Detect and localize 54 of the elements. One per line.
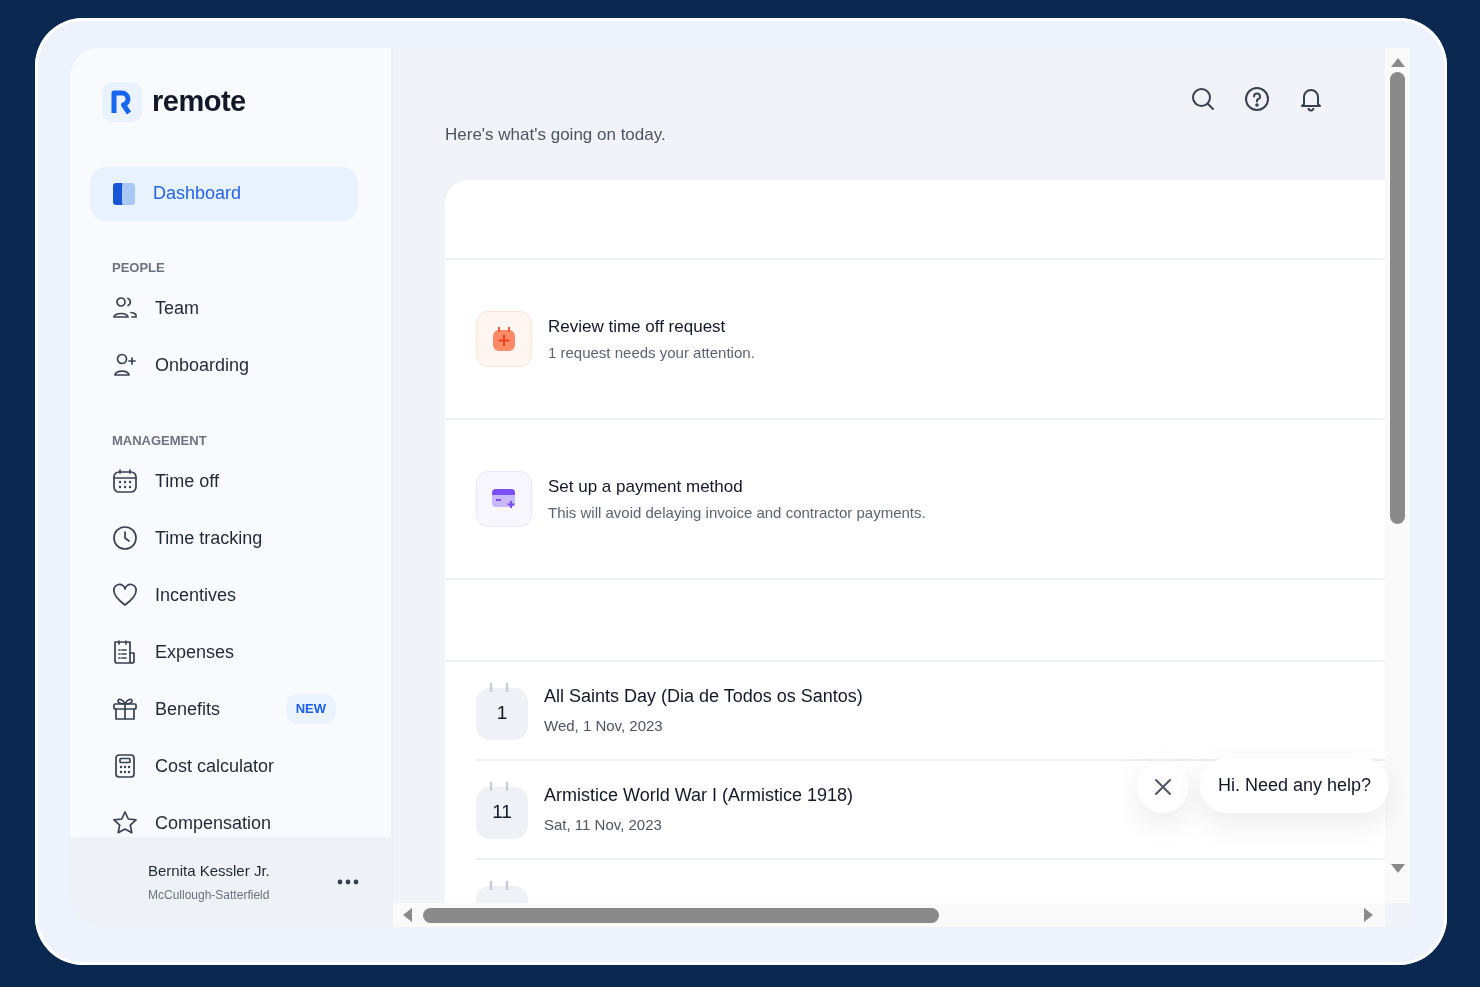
holiday-title: Armistice World War I (Armistice 1918)	[544, 784, 854, 808]
nav-item[interactable]: Incentives	[70, 566, 391, 624]
calendar-date: 11	[476, 780, 528, 839]
nav-item[interactable]: Compensation	[70, 794, 391, 837]
calendar-add-icon	[476, 311, 532, 367]
task-description: 1 request needs your attention.	[548, 343, 755, 363]
more-icon[interactable]	[337, 879, 359, 885]
nav-item[interactable]: Time off	[70, 452, 391, 510]
logo-text: remote	[152, 84, 246, 119]
gift-icon	[112, 696, 138, 722]
logo-icon	[102, 81, 142, 122]
notifications-icon[interactable]	[1298, 86, 1324, 112]
vertical-scrollbar[interactable]	[1385, 48, 1410, 903]
task-title[interactable]: Review time off request	[548, 313, 755, 339]
new-tag: NEW	[285, 694, 336, 724]
nav-item[interactable]: Expenses	[70, 623, 391, 681]
heart-icon	[112, 582, 138, 608]
close-icon[interactable]	[1154, 778, 1172, 796]
task-title[interactable]: Set up a payment method	[548, 473, 926, 499]
page-subtitle: Here's what's going on today.	[445, 124, 667, 146]
card-add-icon	[476, 471, 532, 527]
scroll-left-icon[interactable]	[401, 907, 413, 923]
calculator-icon	[112, 753, 138, 779]
chat-bubble[interactable]: Hi. Need any help?	[1200, 758, 1390, 813]
user-name: Bernita Kessler Jr.	[148, 860, 270, 881]
scroll-right-icon[interactable]	[1363, 907, 1375, 923]
section-heading: PEOPLE	[112, 260, 166, 274]
holiday-date: Sat, 11 Nov, 2023	[544, 815, 663, 836]
star-icon	[112, 810, 138, 836]
holiday-date: Wed, 1 Nov, 2023	[544, 716, 664, 737]
receipt-icon	[112, 639, 138, 665]
scroll-up-icon[interactable]	[1389, 56, 1406, 68]
company-name: McCullough-Satterfield	[148, 887, 270, 905]
add-person-icon	[112, 352, 138, 378]
scrollbar-thumb[interactable]	[423, 907, 939, 923]
nav-item[interactable]: Cost calculator	[70, 737, 391, 795]
scrollbar-thumb[interactable]	[1390, 72, 1405, 524]
nav-item[interactable]: Benefits NEW	[70, 680, 391, 738]
people-icon	[112, 295, 138, 321]
calendar-icon	[112, 468, 138, 494]
nav-item[interactable]: Onboarding	[70, 336, 391, 394]
task-description: This will avoid delaying invoice and contractor payments.	[548, 503, 926, 523]
nav-item[interactable]: Team	[70, 279, 391, 337]
section-heading: MANAGEMENT	[112, 433, 208, 447]
search-icon[interactable]	[1190, 86, 1216, 112]
horizontal-scrollbar[interactable]	[393, 903, 1385, 927]
holiday-title: All Saints Day (Dia de Todos os Santos)	[544, 685, 863, 709]
help-icon[interactable]	[1244, 86, 1270, 112]
nav-item[interactable]: Dashboard	[90, 166, 358, 221]
calendar-date: 1	[476, 681, 528, 740]
clock-icon	[112, 525, 138, 551]
dashboard-icon	[112, 181, 136, 206]
scroll-down-icon[interactable]	[1389, 863, 1406, 875]
nav-item[interactable]: Time tracking	[70, 509, 391, 567]
